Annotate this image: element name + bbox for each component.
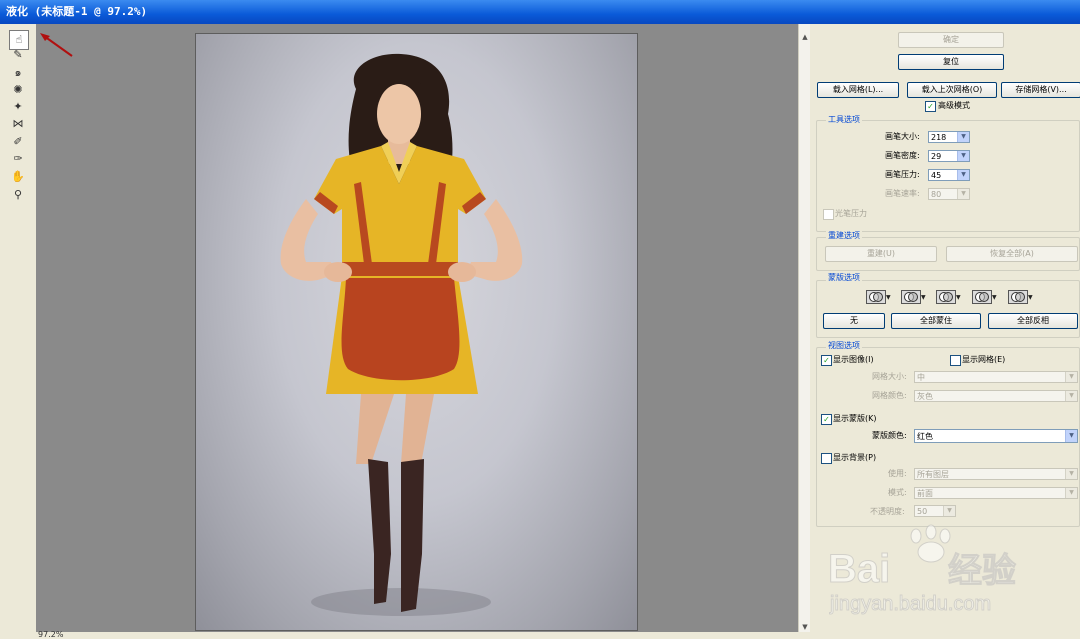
mesh-color-select[interactable]: 灰色 ▼	[914, 390, 1078, 402]
opacity-field[interactable]: 50 ▼	[914, 505, 956, 517]
brush-density-field[interactable]: 29 ▼	[928, 150, 970, 162]
mesh-size-select[interactable]: 中 ▼	[914, 371, 1078, 383]
ok-button[interactable]: 确定	[898, 32, 1004, 48]
mask-none-button[interactable]: 无	[823, 313, 885, 329]
stylus-pressure-checkbox[interactable]	[823, 209, 834, 220]
load-last-mesh-button[interactable]: 载入上次网格(O)	[907, 82, 997, 98]
show-image-label: 显示图像(I)	[833, 355, 874, 364]
reconstruct-button[interactable]: 重建(U)	[825, 246, 937, 262]
chevron-down-icon[interactable]: ▼	[1065, 391, 1077, 401]
use-select[interactable]: 所有图层 ▼	[914, 468, 1078, 480]
invert-all-button[interactable]: 全部反相	[988, 313, 1078, 329]
show-backdrop-label: 显示背景(P)	[833, 453, 877, 462]
brush-rate-value: 80	[931, 190, 942, 199]
chevron-down-icon[interactable]: ▼	[1065, 469, 1077, 479]
baidu-watermark-logo: Bai 经验 jingyan.baidu.com	[828, 524, 1017, 616]
thaw-mask-icon[interactable]: ✑	[10, 152, 26, 166]
show-mesh-checkbox[interactable]	[950, 355, 961, 366]
tool-strip: ☝ ✎ ๑ ✺ ✦ ⋈ ✐ ✑ ✋ ⚲	[0, 24, 37, 639]
stylus-pressure-label: 光笔压力	[835, 209, 867, 218]
hand-icon[interactable]: ✋	[10, 170, 26, 184]
mode-value: 前面	[917, 489, 933, 498]
brush-density-label: 画笔密度:	[885, 151, 920, 160]
mask-invert-icon[interactable]: ▼	[1008, 290, 1033, 304]
show-mask-checkbox[interactable]: ✓	[821, 414, 832, 425]
brush-pressure-field[interactable]: 45 ▼	[928, 169, 970, 181]
mesh-color-value: 灰色	[917, 392, 933, 401]
use-value: 所有图层	[917, 470, 949, 479]
pucker-icon[interactable]: ✺	[10, 83, 26, 97]
mesh-size-value: 中	[917, 373, 925, 382]
mask-color-select[interactable]: 红色 ▼	[914, 429, 1078, 443]
scroll-down-icon[interactable]: ▼	[800, 622, 810, 632]
preview-image[interactable]	[195, 33, 638, 631]
mask-intersect-icon[interactable]: ▼	[972, 290, 997, 304]
scroll-up-icon[interactable]: ▲	[800, 32, 810, 42]
save-mesh-button[interactable]: 存储网格(V)...	[1001, 82, 1080, 98]
tool-options-title: 工具选项	[826, 115, 862, 125]
mask-replace-icon[interactable]: ▼	[866, 290, 891, 304]
brush-size-value: 218	[931, 133, 947, 142]
svg-text:Bai: Bai	[828, 547, 890, 591]
advanced-mode-label: 高级模式	[938, 101, 970, 110]
opacity-value: 50	[917, 507, 928, 516]
svg-text:jingyan.baidu.com: jingyan.baidu.com	[829, 593, 991, 615]
reconstruct-options-title: 重建选项	[826, 231, 862, 241]
brush-size-field[interactable]: 218 ▼	[928, 131, 970, 143]
mask-options-title: 蒙版选项	[826, 273, 862, 283]
twirl-icon[interactable]: ๑	[10, 66, 26, 80]
opacity-label: 不透明度:	[870, 507, 905, 516]
brush-pressure-label: 画笔压力:	[885, 170, 920, 179]
chevron-down-icon[interactable]: ▼	[957, 189, 969, 199]
mesh-size-label: 网格大小:	[872, 372, 907, 381]
view-options-title: 视图选项	[826, 341, 862, 351]
woman-figure	[280, 53, 523, 616]
mask-subtract-icon[interactable]: ▼	[936, 290, 961, 304]
chevron-down-icon[interactable]: ▼	[957, 132, 969, 142]
restore-all-button[interactable]: 恢复全部(A)	[946, 246, 1078, 262]
chevron-down-icon[interactable]: ▼	[1065, 430, 1077, 442]
freeze-mask-icon[interactable]: ✐	[10, 135, 26, 149]
reset-button[interactable]: 复位	[898, 54, 1004, 70]
chevron-down-icon[interactable]: ▼	[943, 506, 955, 516]
brush-pressure-value: 45	[931, 171, 942, 180]
mask-color-label: 蒙版颜色:	[872, 431, 907, 440]
window-title: 液化 (未标题-1 @ 97.2%)	[6, 5, 148, 18]
bloat-icon[interactable]: ✦	[10, 100, 26, 114]
chevron-down-icon[interactable]: ▼	[957, 151, 969, 161]
mask-color-value: 红色	[917, 432, 933, 441]
mask-options-group	[816, 280, 1080, 338]
mask-add-icon[interactable]: ▼	[901, 290, 926, 304]
advanced-mode-checkbox[interactable]: ✓	[925, 101, 936, 112]
brush-rate-field[interactable]: 80 ▼	[928, 188, 970, 200]
zoom-level[interactable]: 97.2%	[38, 630, 63, 639]
mode-select[interactable]: 前面 ▼	[914, 487, 1078, 499]
chevron-down-icon[interactable]: ▼	[957, 170, 969, 180]
brush-density-value: 29	[931, 152, 942, 161]
canvas-status-bar	[36, 632, 810, 639]
brush-size-label: 画笔大小:	[885, 132, 920, 141]
show-mesh-label: 显示网格(E)	[962, 355, 1006, 364]
mode-label: 模式:	[888, 488, 907, 497]
chevron-down-icon[interactable]: ▼	[1065, 372, 1077, 382]
push-left-icon[interactable]: ⋈	[10, 117, 26, 131]
load-mesh-button[interactable]: 载入网格(L)...	[817, 82, 899, 98]
svg-text:经验: 经验	[948, 551, 1016, 590]
reconstruct-icon[interactable]: ✎	[10, 48, 26, 62]
window-title-bar: 液化 (未标题-1 @ 97.2%)	[0, 0, 1080, 24]
use-label: 使用:	[888, 469, 907, 478]
annotation-arrow-icon	[40, 33, 73, 57]
show-mask-label: 显示蒙版(K)	[833, 414, 877, 423]
zoom-icon[interactable]: ⚲	[10, 188, 26, 202]
forward-warp-icon[interactable]: ☝	[9, 30, 29, 50]
mesh-color-label: 网格颜色:	[872, 391, 907, 400]
mask-all-button[interactable]: 全部蒙住	[891, 313, 981, 329]
chevron-down-icon[interactable]: ▼	[1065, 488, 1077, 498]
brush-rate-label: 画笔速率:	[885, 189, 920, 198]
show-image-checkbox[interactable]: ✓	[821, 355, 832, 366]
show-backdrop-checkbox[interactable]	[821, 453, 832, 464]
